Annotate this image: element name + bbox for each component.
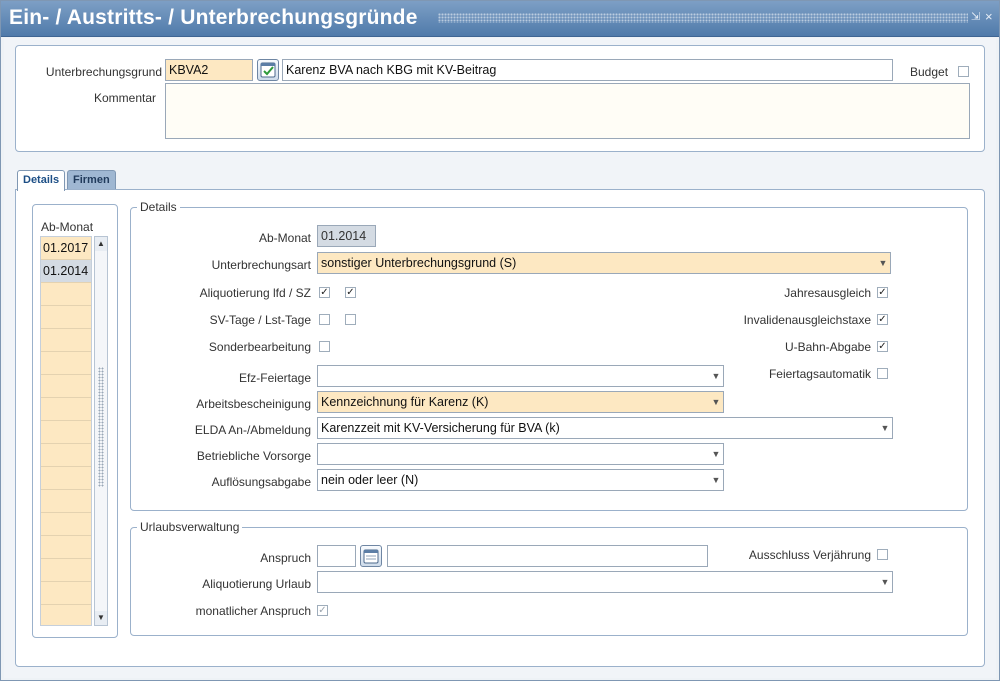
budget-checkbox[interactable] bbox=[958, 66, 969, 77]
ab-monat-row[interactable] bbox=[41, 444, 91, 467]
ab-monat-list-panel: Ab-Monat 01.2017 01.2014 ▲ ▼ bbox=[32, 204, 118, 638]
ubahn-checkbox[interactable]: ✓ bbox=[877, 341, 888, 352]
ab-monat-grid: 01.2017 01.2014 bbox=[40, 236, 92, 626]
details-legend: Details bbox=[137, 200, 180, 214]
scroll-up-icon[interactable]: ▲ bbox=[95, 237, 107, 251]
unterbrechungsgrund-label: Unterbrechungsgrund bbox=[45, 65, 162, 79]
details-fieldset: Details Ab-Monat 01.2014 Unterbrechungsa… bbox=[130, 200, 968, 511]
svtage-lst-checkbox[interactable] bbox=[345, 314, 356, 325]
ab-monat-row[interactable] bbox=[41, 398, 91, 421]
unterbrechungsart-label: Unterbrechungsart bbox=[211, 258, 311, 272]
arbeitsbescheinigung-value: Kennzeichnung für Karenz (K) bbox=[321, 395, 489, 409]
ab-monat-row[interactable] bbox=[41, 513, 91, 536]
lookup-button[interactable] bbox=[257, 59, 279, 81]
tab-firmen[interactable]: Firmen bbox=[67, 170, 116, 190]
urlaub-fieldset: Urlaubsverwaltung Anspruch Ausschluss Ve… bbox=[130, 520, 968, 636]
calendar-button[interactable] bbox=[360, 545, 382, 567]
ab-monat-row[interactable]: 01.2014 bbox=[41, 260, 91, 283]
ab-monat-scrollbar[interactable]: ▲ ▼ bbox=[94, 236, 108, 626]
budget-label: Budget bbox=[910, 65, 949, 79]
efz-label: Efz-Feiertage bbox=[238, 371, 311, 385]
details-ab-monat-field: 01.2014 bbox=[317, 225, 376, 247]
ab-monat-row[interactable] bbox=[41, 329, 91, 352]
aliquotierung-lfd-checkbox[interactable]: ✓ bbox=[319, 287, 330, 298]
ab-monat-row[interactable] bbox=[41, 536, 91, 559]
svtage-sv-checkbox[interactable] bbox=[319, 314, 330, 325]
vorsorge-select[interactable]: ▼ bbox=[317, 443, 724, 465]
unterbrechungsart-select[interactable]: sonstiger Unterbrechungsgrund (S) ▼ bbox=[317, 252, 891, 274]
chevron-down-icon[interactable]: ▼ bbox=[876, 253, 890, 273]
details-ab-monat-label: Ab-Monat bbox=[258, 231, 311, 245]
window: Ein- / Austritts- / Unterbrechungsgründe… bbox=[0, 0, 1000, 681]
content-area: Unterbrechungsgrund KBVA2 Karenz BVA nac… bbox=[4, 38, 996, 678]
ab-monat-list-header: Ab-Monat bbox=[41, 220, 94, 234]
scroll-down-icon[interactable]: ▼ bbox=[95, 611, 107, 625]
tab-details[interactable]: Details bbox=[17, 170, 66, 191]
arbeitsbescheinigung-label: Arbeitsbescheinigung bbox=[196, 397, 311, 411]
aufloesung-value: nein oder leer (N) bbox=[321, 473, 419, 487]
monatlich-label: monatlicher Anspruch bbox=[195, 604, 311, 618]
aliquotierung-label: Aliquotierung lfd / SZ bbox=[199, 286, 311, 300]
elda-label: ELDA An-/Abmeldung bbox=[194, 423, 311, 437]
kommentar-textarea[interactable] bbox=[165, 83, 970, 139]
feiertagsautomatik-label: Feiertagsautomatik bbox=[768, 367, 871, 381]
aliquotierung-sz-checkbox[interactable]: ✓ bbox=[345, 287, 356, 298]
invaliden-label: Invalidenausgleichstaxe bbox=[743, 313, 871, 327]
chevron-down-icon[interactable]: ▼ bbox=[878, 572, 892, 592]
invaliden-checkbox[interactable]: ✓ bbox=[877, 314, 888, 325]
title-grip bbox=[438, 13, 968, 23]
ab-monat-row[interactable] bbox=[41, 559, 91, 582]
sonderbearbeitung-label: Sonderbearbeitung bbox=[208, 340, 311, 354]
ab-monat-row[interactable]: 01.2017 bbox=[41, 237, 91, 260]
ausschluss-label: Ausschluss Verjährung bbox=[748, 548, 871, 562]
anspruch-input[interactable] bbox=[317, 545, 356, 567]
ab-monat-row[interactable] bbox=[41, 283, 91, 306]
aufloesung-label: Auflösungsabgabe bbox=[211, 475, 311, 489]
arbeitsbescheinigung-select[interactable]: Kennzeichnung für Karenz (K) ▼ bbox=[317, 391, 724, 413]
header-panel: Unterbrechungsgrund KBVA2 Karenz BVA nac… bbox=[15, 45, 985, 152]
unterbrechungsgrund-text-input[interactable]: Karenz BVA nach KBG mit KV-Beitrag bbox=[282, 59, 893, 81]
ab-monat-row[interactable] bbox=[41, 306, 91, 329]
ab-monat-row[interactable] bbox=[41, 421, 91, 444]
jahresausgleich-checkbox[interactable]: ✓ bbox=[877, 287, 888, 298]
sonderbearbeitung-checkbox[interactable] bbox=[319, 341, 330, 352]
feiertagsautomatik-checkbox[interactable] bbox=[877, 368, 888, 379]
ubahn-label: U-Bahn-Abgabe bbox=[784, 340, 871, 354]
urlaub-legend: Urlaubsverwaltung bbox=[137, 520, 243, 534]
ab-monat-row[interactable] bbox=[41, 375, 91, 398]
elda-value: Karenzzeit mit KV-Versicherung für BVA (… bbox=[321, 421, 560, 435]
aufloesung-select[interactable]: nein oder leer (N) ▼ bbox=[317, 469, 724, 491]
vorsorge-label: Betriebliche Vorsorge bbox=[196, 449, 311, 463]
aliquotierung-urlaub-label: Aliquotierung Urlaub bbox=[202, 577, 311, 591]
pin-icon[interactable]: ⇲ bbox=[971, 10, 980, 24]
calendar-icon bbox=[363, 549, 379, 564]
anspruch-label: Anspruch bbox=[260, 551, 311, 565]
title-bar[interactable]: Ein- / Austritts- / Unterbrechungsgründe… bbox=[1, 1, 999, 37]
jahresausgleich-label: Jahresausgleich bbox=[784, 286, 871, 300]
unterbrechungsgrund-code-input[interactable]: KBVA2 bbox=[165, 59, 253, 81]
chevron-down-icon[interactable]: ▼ bbox=[878, 418, 892, 438]
monatlich-checkbox[interactable]: ✓ bbox=[317, 605, 328, 616]
close-icon[interactable]: × bbox=[985, 10, 993, 24]
elda-select[interactable]: Karenzzeit mit KV-Versicherung für BVA (… bbox=[317, 417, 893, 439]
ab-monat-row[interactable] bbox=[41, 352, 91, 375]
scroll-grip[interactable] bbox=[98, 367, 104, 487]
chevron-down-icon[interactable]: ▼ bbox=[709, 444, 723, 464]
kommentar-label: Kommentar bbox=[93, 91, 156, 105]
checklist-icon bbox=[260, 62, 276, 78]
ab-monat-row[interactable] bbox=[41, 605, 91, 625]
window-title: Ein- / Austritts- / Unterbrechungsgründe bbox=[9, 6, 418, 29]
aliquotierung-urlaub-select[interactable]: ▼ bbox=[317, 571, 893, 593]
tab-content-panel: Ab-Monat 01.2017 01.2014 ▲ ▼ Details Ab-M… bbox=[15, 189, 985, 667]
unterbrechungsart-value: sonstiger Unterbrechungsgrund (S) bbox=[321, 256, 517, 270]
svtage-label: SV-Tage / Lst-Tage bbox=[209, 313, 311, 327]
chevron-down-icon[interactable]: ▼ bbox=[709, 392, 723, 412]
ab-monat-row[interactable] bbox=[41, 582, 91, 605]
ausschluss-checkbox[interactable] bbox=[877, 549, 888, 560]
ab-monat-row[interactable] bbox=[41, 490, 91, 513]
chevron-down-icon[interactable]: ▼ bbox=[709, 470, 723, 490]
ab-monat-row[interactable] bbox=[41, 467, 91, 490]
